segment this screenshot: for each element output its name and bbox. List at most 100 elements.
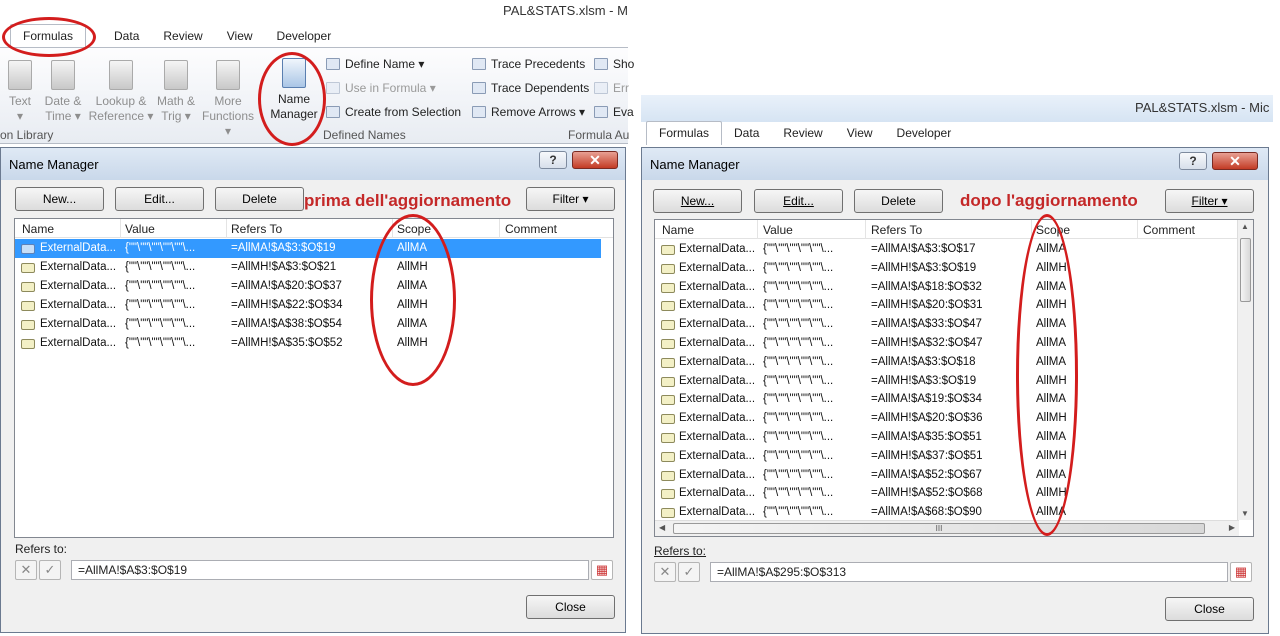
error-checking-button[interactable]: Err (594, 81, 629, 95)
table-row[interactable]: ExternalData... {""\""\""\""\""\... =AllMH… (655, 296, 1239, 315)
col-value[interactable]: Value (125, 222, 155, 236)
table-row[interactable]: ExternalData... {""\""\""\""\""\... =AllMA… (655, 428, 1239, 447)
cell-value: {""\""\""\""\""\... (763, 280, 834, 293)
tab-view[interactable]: View (215, 25, 265, 48)
trace-dependents-label: Trace Dependents (491, 81, 590, 95)
cell-value: {""\""\""\""\""\... (763, 431, 834, 443)
col-value[interactable]: Value (763, 223, 793, 237)
col-name[interactable]: Name (662, 223, 694, 237)
name-range-icon (661, 376, 675, 387)
tab-view[interactable]: View (835, 122, 885, 145)
name-range-icon (661, 451, 675, 462)
define-name-button[interactable]: Define Name ▾ (326, 57, 424, 71)
list-header: Name Value Refers To Scope Comment (655, 220, 1253, 239)
table-row[interactable]: ExternalData... {""\""\""\""\""\... =AllMH… (15, 258, 601, 277)
cancel-edit-button[interactable]: ✕ (15, 560, 37, 580)
table-row[interactable]: ExternalData... {""\""\""\""\""\... =AllMA… (15, 239, 601, 258)
collapse-dialog-icon[interactable]: ▦ (591, 560, 613, 580)
cell-refers: =AllMA!$A$3:$O$18 (871, 355, 976, 368)
highlight-scope-before (370, 214, 456, 386)
table-row[interactable]: ExternalData... {""\""\""\""\""\... =AllMH… (15, 334, 601, 353)
col-name[interactable]: Name (22, 222, 54, 236)
math-trig-button[interactable]: Math & Trig ▾ (154, 60, 198, 124)
refers-to-input[interactable]: =AllMA!$A$3:$O$19 (71, 560, 589, 580)
evaluate-formula-button[interactable]: Eva (594, 105, 634, 119)
filter-button[interactable]: Filter ▾ (526, 187, 615, 211)
col-refers-to[interactable]: Refers To (871, 223, 922, 237)
table-row[interactable]: ExternalData... {""\""\""\""\""\... =AllMA… (655, 315, 1239, 334)
create-from-selection-button[interactable]: Create from Selection (326, 105, 461, 119)
refers-to-input[interactable]: =AllMA!$A$295:$O$313 (710, 562, 1228, 582)
create-from-selection-icon (326, 106, 340, 118)
filter-button[interactable]: Filter ▾ (1165, 189, 1254, 213)
names-list[interactable]: Name Value Refers To Scope Comment Exter… (654, 219, 1254, 537)
close-button[interactable]: Close (526, 595, 615, 619)
cell-refers: =AllMH!$A$32:$O$47 (871, 337, 983, 349)
show-formulas-button[interactable]: Sho (594, 57, 634, 71)
lookup-reference-button[interactable]: Lookup & Reference ▾ (88, 60, 154, 124)
col-comment[interactable]: Comment (505, 222, 557, 236)
use-in-formula-icon (326, 82, 340, 94)
tab-data[interactable]: Data (722, 122, 771, 145)
delete-button[interactable]: Delete (854, 189, 943, 213)
tab-review[interactable]: Review (151, 25, 214, 48)
name-range-icon (21, 339, 35, 349)
table-row[interactable]: ExternalData... {""\""\""\""\""\... =AllMA… (655, 278, 1239, 297)
help-button[interactable]: ? (1179, 152, 1207, 170)
highlight-scope-after (1016, 214, 1078, 536)
date-time-button[interactable]: Date & Time ▾ (42, 60, 84, 124)
create-from-selection-label: Create from Selection (345, 105, 462, 119)
edit-button[interactable]: Edit... (115, 187, 204, 211)
col-comment[interactable]: Comment (1143, 223, 1195, 237)
vertical-scroll-thumb[interactable] (1240, 238, 1251, 302)
delete-button[interactable]: Delete (215, 187, 304, 211)
cancel-edit-button[interactable]: ✕ (654, 562, 676, 582)
table-row[interactable]: ExternalData... {""\""\""\""\""\... =AllMA… (655, 240, 1239, 259)
help-button[interactable]: ? (539, 151, 567, 169)
name-range-icon (661, 245, 675, 255)
confirm-edit-button[interactable]: ✓ (39, 560, 61, 580)
trace-precedents-button[interactable]: Trace Precedents (472, 57, 585, 71)
remove-arrows-button[interactable]: Remove Arrows ▾ (472, 105, 585, 119)
close-x-button[interactable]: ✕ (572, 151, 618, 169)
table-row[interactable]: ExternalData... {""\""\""\""\""\... =AllMA… (655, 353, 1239, 372)
tab-developer[interactable]: Developer (885, 122, 964, 145)
table-row[interactable]: ExternalData... {""\""\""\""\""\... =AllMH… (655, 409, 1239, 428)
edit-button[interactable]: Edit... (754, 189, 843, 213)
new-button[interactable]: New... (15, 187, 104, 211)
close-x-button[interactable]: ✕ (1212, 152, 1258, 170)
name-range-icon (21, 301, 35, 311)
collapse-dialog-icon[interactable]: ▦ (1230, 562, 1252, 582)
table-row[interactable]: ExternalData... {""\""\""\""\""\... =AllMH… (15, 296, 601, 315)
tab-data[interactable]: Data (102, 25, 151, 48)
vertical-scrollbar[interactable]: ▲ ▼ (1237, 220, 1253, 520)
table-row[interactable]: ExternalData... {""\""\""\""\""\... =AllMA… (655, 466, 1239, 485)
col-refers-to[interactable]: Refers To (231, 222, 282, 236)
cell-name: ExternalData... (679, 374, 756, 387)
table-row[interactable]: ExternalData... {""\""\""\""\""\... =AllMH… (655, 484, 1239, 503)
confirm-edit-button[interactable]: ✓ (678, 562, 700, 582)
tab-developer[interactable]: Developer (265, 25, 344, 48)
more-functions-button[interactable]: More Functions ▾ (198, 60, 258, 139)
name-range-icon (661, 414, 675, 425)
text-button[interactable]: Text ▾ (2, 60, 38, 124)
trace-dependents-button[interactable]: Trace Dependents (472, 81, 589, 95)
names-list[interactable]: Name Value Refers To Scope Comment Exter… (14, 218, 614, 538)
table-row[interactable]: ExternalData... {""\""\""\""\""\... =AllMH… (655, 334, 1239, 353)
table-row[interactable]: ExternalData... {""\""\""\""\""\... =AllMA… (15, 315, 601, 334)
book-icon (109, 60, 133, 90)
use-in-formula-button[interactable]: Use in Formula ▾ (326, 81, 436, 95)
table-row[interactable]: ExternalData... {""\""\""\""\""\... =AllMA… (655, 390, 1239, 409)
table-row[interactable]: ExternalData... {""\""\""\""\""\... =AllMA… (15, 277, 601, 296)
close-button[interactable]: Close (1165, 597, 1254, 621)
new-button[interactable]: New... (653, 189, 742, 213)
defined-names-label: Defined Names (323, 128, 406, 142)
horizontal-scroll-thumb[interactable]: III (673, 523, 1205, 534)
cell-refers: =AllMA!$A$19:$O$34 (871, 393, 982, 406)
table-row[interactable]: ExternalData... {""\""\""\""\""\... =AllMH… (655, 447, 1239, 466)
tab-review[interactable]: Review (771, 122, 834, 145)
table-row[interactable]: ExternalData... {""\""\""\""\""\... =AllMH… (655, 259, 1239, 278)
tab-formulas[interactable]: Formulas (646, 121, 723, 145)
horizontal-scrollbar[interactable]: ◀ III ▶ (655, 520, 1239, 536)
table-row[interactable]: ExternalData... {""\""\""\""\""\... =AllMH… (655, 372, 1239, 391)
